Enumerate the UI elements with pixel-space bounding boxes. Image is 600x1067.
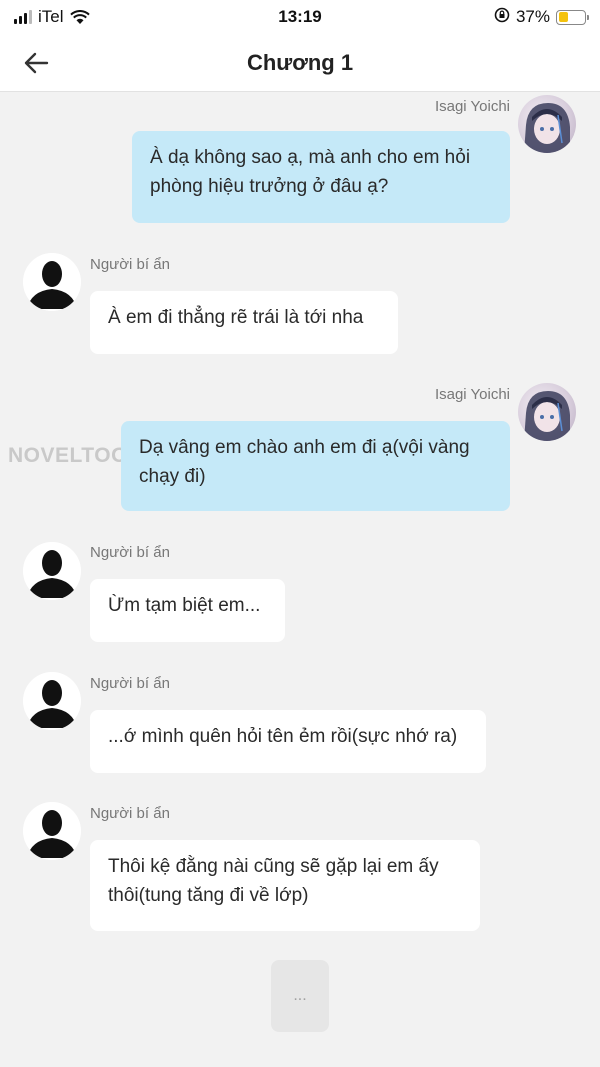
sender-name: Isagi Yoichi	[434, 98, 510, 115]
status-left: iTel	[14, 7, 90, 27]
silhouette-avatar[interactable]	[23, 672, 81, 730]
signal-icon	[14, 10, 32, 24]
message-bubble[interactable]: ...ớ mình quên hỏi tên ẻm rồi(sực nhớ ra…	[90, 710, 486, 773]
sender-name: Người bí ẩn	[90, 256, 170, 273]
page-title: Chương 1	[246, 49, 354, 75]
status-right: 37%	[494, 7, 589, 28]
anime-avatar[interactable]	[518, 383, 576, 441]
message-bubble[interactable]: À dạ không sao ạ, mà anh cho em hỏi phòn…	[132, 131, 510, 223]
silhouette-avatar[interactable]	[23, 253, 81, 311]
continue-button[interactable]: ...	[271, 960, 329, 1032]
battery-percent: 37%	[515, 7, 550, 26]
message-bubble[interactable]: Ừm tạm biệt em...	[90, 579, 285, 642]
anime-avatar[interactable]	[518, 95, 576, 153]
silhouette-avatar[interactable]	[23, 542, 81, 600]
sender-name: Người bí ẩn	[90, 805, 170, 822]
message-bubble[interactable]: Thôi kệ đằng nài cũng sẽ gặp lại em ấy t…	[90, 840, 480, 931]
sender-name: Isagi Yoichi	[434, 386, 510, 403]
sender-name: Người bí ẩn	[90, 675, 170, 692]
message-bubble[interactable]: Dạ vâng em chào anh em đi ạ(vội vàng chạ…	[121, 421, 510, 511]
battery-icon	[556, 9, 589, 25]
arrow-left-icon	[24, 52, 49, 74]
rotation-lock-icon	[494, 7, 510, 28]
message-bubble[interactable]: À em đi thẳng rẽ trái là tới nha	[90, 291, 398, 354]
battery-level	[558, 12, 568, 22]
chapter-header: Chương 1	[0, 34, 600, 92]
back-button[interactable]	[18, 46, 54, 80]
sender-name: Người bí ẩn	[90, 544, 170, 561]
silhouette-avatar[interactable]	[23, 802, 81, 860]
carrier-label: iTel	[38, 7, 64, 26]
wifi-icon	[69, 9, 90, 25]
status-bar: iTel 13:19 37%	[0, 0, 600, 34]
